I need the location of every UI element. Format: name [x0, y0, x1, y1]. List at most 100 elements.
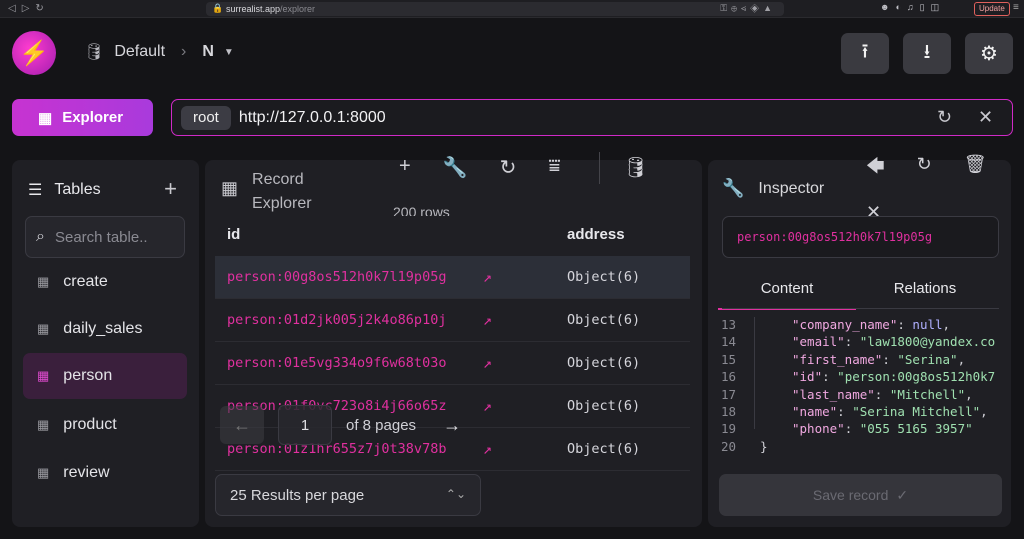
- upload-icon: ⭱: [861, 40, 869, 63]
- json-value: "Serina": [897, 351, 958, 367]
- refresh-icon[interactable]: ↻: [917, 154, 932, 184]
- explorer-view-button[interactable]: ▦ Explorer: [12, 99, 153, 136]
- record-explorer-title: Record Explorer: [252, 168, 312, 216]
- record-json-editor[interactable]: 13 "company_name": null, 14 "email": "la…: [708, 317, 1011, 463]
- browser-update-button[interactable]: Update: [974, 2, 1010, 16]
- record-id-link[interactable]: person:00g8os512h0k7l19p05g: [227, 269, 446, 285]
- previous-page-button[interactable]: ←: [220, 406, 264, 444]
- connection-user-badge[interactable]: root: [181, 105, 231, 130]
- add-table-button[interactable]: +: [164, 176, 177, 202]
- json-comma: ,: [942, 317, 951, 332]
- inspector-actions: 🡄 ↻ 🗑: [866, 154, 987, 184]
- surrealist-logo: ⚡: [12, 31, 56, 75]
- table-item-label: product: [63, 416, 117, 433]
- json-key: "company_name": [792, 317, 898, 332]
- add-record-icon[interactable]: +: [399, 155, 411, 180]
- refresh-connection-icon[interactable]: ↻: [937, 107, 952, 128]
- tab-relations[interactable]: Relations: [856, 272, 994, 310]
- wrench-icon[interactable]: 🔧: [443, 155, 468, 180]
- database-icon: 🛢: [84, 44, 105, 61]
- json-key: "id": [792, 369, 823, 385]
- record-explorer-header: ▦ Record Explorer: [221, 168, 312, 216]
- record-id-link[interactable]: person:01d2jk005j2k4o86p10j: [227, 312, 446, 328]
- reload-icon[interactable]: ↻: [35, 3, 43, 14]
- close-inspector-icon[interactable]: ✕: [866, 202, 881, 216]
- filter-icon[interactable]: ⩸: [548, 155, 560, 180]
- arrow-right-icon: →: [443, 414, 462, 435]
- results-per-page-select[interactable]: 25 Results per page ⌃⌄: [215, 474, 481, 516]
- database-label[interactable]: N: [202, 43, 214, 61]
- table-item-create[interactable]: ▦ create: [23, 259, 187, 305]
- record-address: Object(6): [567, 269, 641, 285]
- namespace-label[interactable]: Default: [114, 43, 165, 61]
- import-button[interactable]: ⭱: [841, 33, 889, 74]
- export-button[interactable]: ⭳: [903, 33, 951, 74]
- forward-icon[interactable]: ▷: [22, 3, 30, 14]
- settings-button[interactable]: ⚙: [965, 33, 1013, 74]
- table-item-product[interactable]: ▦ product: [23, 402, 187, 448]
- json-closing-brace: }: [760, 438, 768, 454]
- column-header-address[interactable]: address: [567, 226, 625, 243]
- line-number: 20: [720, 438, 736, 454]
- json-key: "last_name": [792, 386, 875, 402]
- open-record-icon[interactable]: ↗: [483, 354, 492, 372]
- extension-icons[interactable]: ☻◐♫▯◫: [880, 2, 945, 13]
- table-item-review[interactable]: ▦ review: [23, 450, 187, 496]
- browser-nav: ◁ ▷ ↻: [8, 3, 44, 14]
- save-record-label: Save record: [812, 487, 889, 503]
- indent-guide: [754, 317, 755, 429]
- line-number: 14: [720, 334, 736, 350]
- chevron-down-icon[interactable]: ▼: [224, 47, 234, 58]
- table-item-label: create: [63, 273, 108, 290]
- back-arrow-icon[interactable]: 🡄: [866, 154, 885, 184]
- next-page-button[interactable]: →: [430, 406, 474, 444]
- refresh-icon[interactable]: ↻: [500, 155, 517, 180]
- database-icon[interactable]: 🛢: [623, 155, 648, 180]
- table-icon: ▦: [38, 109, 53, 127]
- column-header-id[interactable]: id: [227, 226, 240, 243]
- table-row[interactable]: person:00g8os512h0k7l19p05g ↗ Object(6): [215, 256, 690, 299]
- back-icon[interactable]: ◁: [8, 3, 16, 14]
- arrow-left-icon: ←: [233, 414, 251, 435]
- browser-menu-icon[interactable]: ≡: [1013, 2, 1019, 13]
- table-item-person[interactable]: ▦ person: [23, 353, 187, 399]
- record-address: Object(6): [567, 312, 641, 328]
- line-number: 17: [720, 386, 736, 402]
- json-value: null: [912, 317, 943, 332]
- table-item-daily-sales[interactable]: ▦ daily_sales: [23, 306, 187, 352]
- json-comma: ,: [965, 386, 973, 402]
- json-key: "first_name": [792, 351, 883, 367]
- open-record-icon[interactable]: ↗: [483, 397, 492, 415]
- json-value: "055 5165 3957": [859, 421, 973, 437]
- address-bar[interactable]: 🔒 surrealist.app/explorer ⚿⊕⋖◈▲: [206, 2, 784, 16]
- json-value: "Mitchell": [889, 386, 966, 402]
- table-icon: ▦: [37, 417, 50, 432]
- connection-endpoint: http://127.0.0.1:8000: [238, 108, 386, 126]
- table-row[interactable]: person:01d2jk005j2k4o86p10j ↗ Object(6): [215, 299, 690, 342]
- line-number: 16: [720, 369, 736, 385]
- line-number: 15: [720, 351, 736, 367]
- open-record-icon[interactable]: ↗: [483, 440, 492, 458]
- page-count: of 8 pages: [346, 416, 417, 434]
- record-id-link[interactable]: person:01e5vg334o9f6w68t03o: [227, 355, 446, 371]
- disconnect-icon[interactable]: ✕: [978, 107, 993, 128]
- json-key: "name": [792, 404, 838, 419]
- table-item-label: daily_sales: [63, 320, 143, 337]
- connection-bar[interactable]: root http://127.0.0.1:8000 ↻ ✕: [171, 99, 1013, 136]
- table-search-input[interactable]: ⌕ Search table..: [25, 216, 185, 258]
- row-count: 200 rows: [393, 204, 450, 216]
- record-explorer-panel: ▦ Record Explorer + 🔧 ↻ ⩸ 🛢 200 rows id …: [205, 152, 702, 527]
- inspector-header: 🔧 Inspector: [722, 178, 824, 199]
- save-record-button[interactable]: Save record ✓: [719, 474, 1002, 516]
- table-icon: ▦: [37, 465, 50, 480]
- page-number-input[interactable]: 1: [278, 405, 332, 445]
- database-selector[interactable]: 🛢 Default › N ▼: [84, 42, 234, 62]
- tab-content[interactable]: Content: [718, 272, 856, 310]
- inspector-record-id-input[interactable]: person:00g8os512h0k7l19p05g: [722, 216, 999, 258]
- table-row[interactable]: person:01e5vg334o9f6w68t03o ↗ Object(6): [215, 342, 690, 385]
- json-comma: ,: [957, 351, 966, 367]
- open-record-icon[interactable]: ↗: [483, 268, 492, 286]
- browser-toolbar: ◁ ▷ ↻ 🔒 surrealist.app/explorer ⚿⊕⋖◈▲ ☻◐…: [0, 0, 1024, 18]
- open-record-icon[interactable]: ↗: [483, 311, 492, 329]
- trash-icon[interactable]: 🗑: [964, 154, 987, 184]
